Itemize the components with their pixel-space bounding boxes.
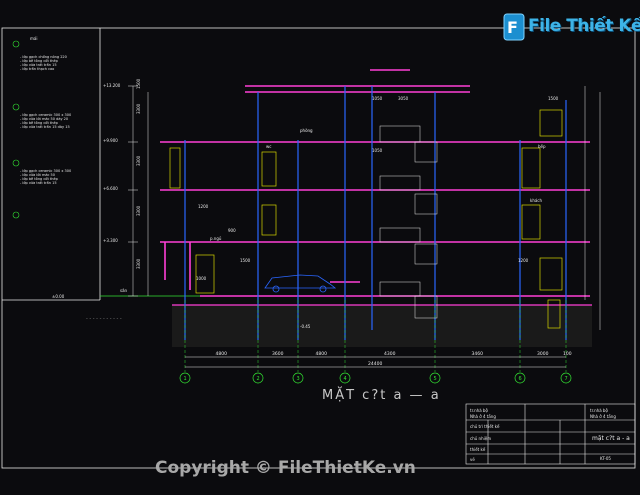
drawing-title: MẶT c?t a — a [322,388,441,403]
title-block [465,403,636,465]
room-label: bếp [538,144,546,149]
room-label: phòng [300,128,313,133]
file-logo-icon: F [503,13,525,41]
ground: ±0.00 - - - - - - - - - - - [52,294,592,347]
dimension-value: 3600 [272,351,284,357]
tb-row: vẽ [470,457,475,462]
note-header: mái [30,36,37,41]
dimension-value: 4800 [316,351,328,357]
dimension-value: 3460 [472,351,484,357]
axis-label: 1 [184,376,187,382]
level-dimension: 1500 [136,78,141,89]
inner-dimension: 1500 [548,96,559,101]
logo-text: File Thiết Kế.vn [528,16,640,36]
hatch-label: - - - - - - - - - - - [86,316,122,322]
room-label: sân [120,288,128,293]
dimension-value: 4800 [216,351,228,357]
inner-dimension: 3050 [398,96,409,101]
inner-dimension: 1050 [372,148,383,153]
stairs [379,125,438,319]
dimension-value: 100 [563,351,572,357]
axis-label: 5 [434,376,437,382]
level-label: +3.300 [103,238,118,243]
tb-sheet-header: tr.nhà bộ [590,408,608,413]
level-dimension: 3300 [136,103,141,114]
level-dimension: 3300 [136,258,141,269]
room-label: wc [266,144,271,149]
drawing-frame [1,27,636,469]
walls [184,86,567,340]
bottom-dimensions: 4800 3600 4800 4300 3460 3000 100 24400 [185,351,572,368]
cad-drawing-canvas: mái - lớp gạch chống nóng 220- lớp bê tô… [1,13,636,469]
inner-dimension: 1050 [372,96,383,101]
room-labels: phòng wc bếp khách p.ngủ sân [120,128,546,293]
axis-label: 4 [344,376,347,382]
copyright-watermark: Copyright © FileThietKe.vn [155,458,416,478]
ground-level-label: ±0.00 [52,294,65,299]
inner-dimension: 1200 [198,204,209,209]
tb-sheet-sub: Nhà ở 4 tầng [590,414,616,419]
axis-label: 3 [297,376,300,382]
level-label: -0.45 [300,324,311,329]
left-notes: mái - lớp gạch chống nóng 220- lớp bê tô… [12,36,71,219]
level-dimension: 3300 [136,155,141,166]
inner-dimension: 1500 [240,258,251,263]
axis-label: 7 [565,376,568,382]
note-line: - lớp vữa trát trần 15 dày 15 [20,125,70,129]
inner-dimension: 1200 [518,258,529,263]
axis-label: 2 [257,376,260,382]
room-label: khách [530,198,543,203]
inner-dimension: 900 [228,228,236,233]
tb-row: chủ nhiệm [470,436,491,441]
tb-sheet-title: mặt c?t a - a [592,435,630,442]
level-label: +9.900 [103,138,118,143]
level-label: +6.600 [103,186,118,191]
car-icon [264,274,337,293]
level-dimension: 3300 [136,205,141,216]
tb-sub: Nhà ở 4 tầng [470,414,496,419]
dimension-value: 3000 [537,351,549,357]
inner-dimensions: 1050 3050 1500 1200 1500 1050 1200 1000 900 [196,96,559,281]
overall-dimension: 24400 [368,361,382,367]
note-line: - lớp trần thạch cao [20,67,54,71]
note-line: - lớp vữa trát trần 15 [20,181,57,185]
level-label: +13.200 [103,83,121,88]
axis-label: 6 [519,376,522,382]
tb-row: thiết kế [470,447,486,452]
svg-text:F: F [507,18,518,37]
level-dimensions: 3300 3300 3300 3300 1500 [136,78,141,269]
inner-dimension: 1000 [196,276,207,281]
tb-row: chủ trì thiết kế [470,424,500,429]
dimension-value: 4300 [384,351,396,357]
room-label: p.ngủ [210,236,222,241]
tb-sheet-no: KT-05 [600,456,611,461]
tb-header: tr.nhà bộ [470,408,488,413]
